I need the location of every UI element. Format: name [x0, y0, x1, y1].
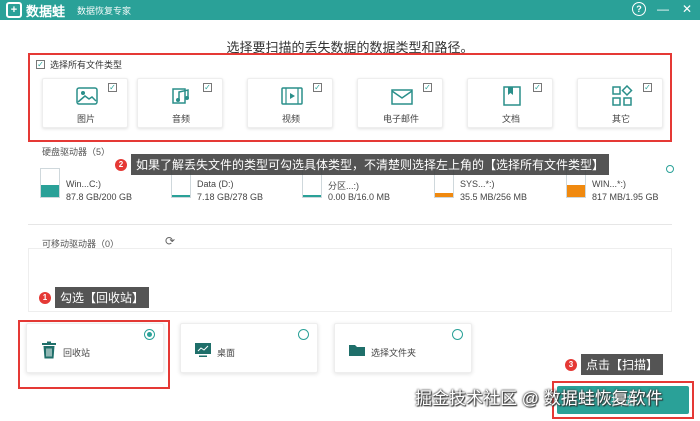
drive-size: 817 MB/1.95 GB — [592, 192, 659, 202]
annotation-text: 如果了解丢失文件的类型可勾选具体类型，不清楚则选择左上角的【选择所有文件类型】 — [131, 154, 610, 175]
drive-name: Data (D:) — [197, 179, 234, 189]
select-all-label: 选择所有文件类型 — [50, 60, 123, 70]
location-desktop[interactable]: 桌面 — [180, 323, 318, 373]
location-radio[interactable] — [298, 329, 309, 340]
refresh-icon[interactable]: ⟳ — [165, 234, 179, 248]
audio-icon — [172, 88, 189, 104]
drive-name: SYS...*:) — [460, 179, 495, 189]
section-divider — [28, 224, 672, 225]
annotation-2: 2 如果了解丢失文件的类型可勾选具体类型，不清楚则选择左上角的【选择所有文件类型… — [115, 154, 610, 175]
location-radio[interactable] — [452, 329, 463, 340]
file-type-image[interactable]: ✓ 图片 — [42, 78, 128, 128]
file-type-other[interactable]: ✓ 其它 — [577, 78, 663, 128]
file-type-label: 图片 — [76, 114, 95, 124]
location-recycle-bin[interactable]: 回收站 — [26, 323, 164, 373]
scroll-indicator[interactable] — [666, 165, 674, 173]
title-bar: + 数据蛙 数据恢复专家 ? — ✕ — [0, 0, 700, 20]
drive-size: 7.18 GB/278 GB — [197, 192, 264, 202]
location-radio[interactable] — [144, 329, 155, 340]
file-type-checkbox[interactable]: ✓ — [108, 83, 117, 92]
annotation-1: 1 勾选【回收站】 — [39, 287, 150, 308]
file-type-checkbox[interactable]: ✓ — [423, 83, 432, 92]
annotation-badge: 1 — [39, 291, 51, 304]
email-icon — [391, 89, 413, 105]
file-type-checkbox[interactable]: ✓ — [313, 83, 322, 92]
other-icon — [612, 85, 633, 106]
file-type-label: 电子邮件 — [382, 114, 419, 124]
file-type-email[interactable]: ✓ 电子邮件 — [357, 78, 443, 128]
file-type-checkbox[interactable]: ✓ — [533, 83, 542, 92]
file-type-checkbox[interactable]: ✓ — [203, 83, 212, 92]
file-type-label: 音频 — [171, 114, 190, 124]
location-label: 回收站 — [63, 348, 91, 358]
file-type-label: 视频 — [281, 114, 300, 124]
image-icon — [76, 87, 98, 105]
app-subtitle: 数据恢复专家 — [77, 5, 132, 16]
file-type-video[interactable]: ✓ 视频 — [247, 78, 333, 128]
annotation-text: 勾选【回收站】 — [55, 287, 150, 308]
drive-name: Win...C:) — [66, 179, 101, 189]
file-type-document[interactable]: ✓ 文档 — [467, 78, 553, 128]
video-icon — [281, 87, 303, 105]
location-label: 选择文件夹 — [371, 348, 417, 358]
app-name: 数据蛙 — [26, 3, 66, 19]
app-logo: + 数据蛙 — [6, 1, 65, 20]
close-button[interactable]: ✕ — [680, 2, 694, 16]
help-icon[interactable]: ? — [632, 2, 646, 16]
drive-size: 0.00 B/16.0 MB — [328, 192, 391, 202]
minimize-button[interactable]: — — [656, 2, 670, 16]
select-all-types[interactable]: ✓ 选择所有文件类型 — [36, 58, 122, 71]
file-type-checkbox[interactable]: ✓ — [643, 83, 652, 92]
desktop-icon — [195, 343, 211, 357]
trash-icon — [42, 341, 56, 359]
select-all-checkbox[interactable]: ✓ — [36, 60, 45, 69]
document-icon — [503, 86, 521, 106]
folder-icon — [349, 345, 365, 356]
drive-size: 35.5 MB/256 MB — [460, 192, 528, 202]
drive-size: 87.8 GB/200 GB — [66, 192, 133, 202]
location-select-folder[interactable]: 选择文件夹 — [334, 323, 472, 373]
file-type-audio[interactable]: ✓ 音频 — [137, 78, 223, 128]
annotation-badge: 3 — [565, 358, 577, 371]
file-type-label: 其它 — [611, 114, 630, 124]
logo-icon: + — [6, 2, 22, 18]
annotation-badge: 2 — [115, 158, 127, 171]
annotation-text: 点击【扫描】 — [581, 354, 664, 375]
watermark: 掘金技术社区 @ 数据蛙恢复软件 — [415, 389, 663, 408]
file-type-label: 文档 — [501, 114, 520, 124]
location-label: 桌面 — [217, 348, 236, 358]
annotation-3: 3 点击【扫描】 — [565, 354, 664, 375]
drive-name: WIN...*:) — [592, 179, 626, 189]
drive-name: 分区...:) — [328, 181, 359, 191]
hard-drives-label: 硬盘驱动器（5） — [42, 147, 111, 157]
drive-icon — [40, 168, 60, 198]
